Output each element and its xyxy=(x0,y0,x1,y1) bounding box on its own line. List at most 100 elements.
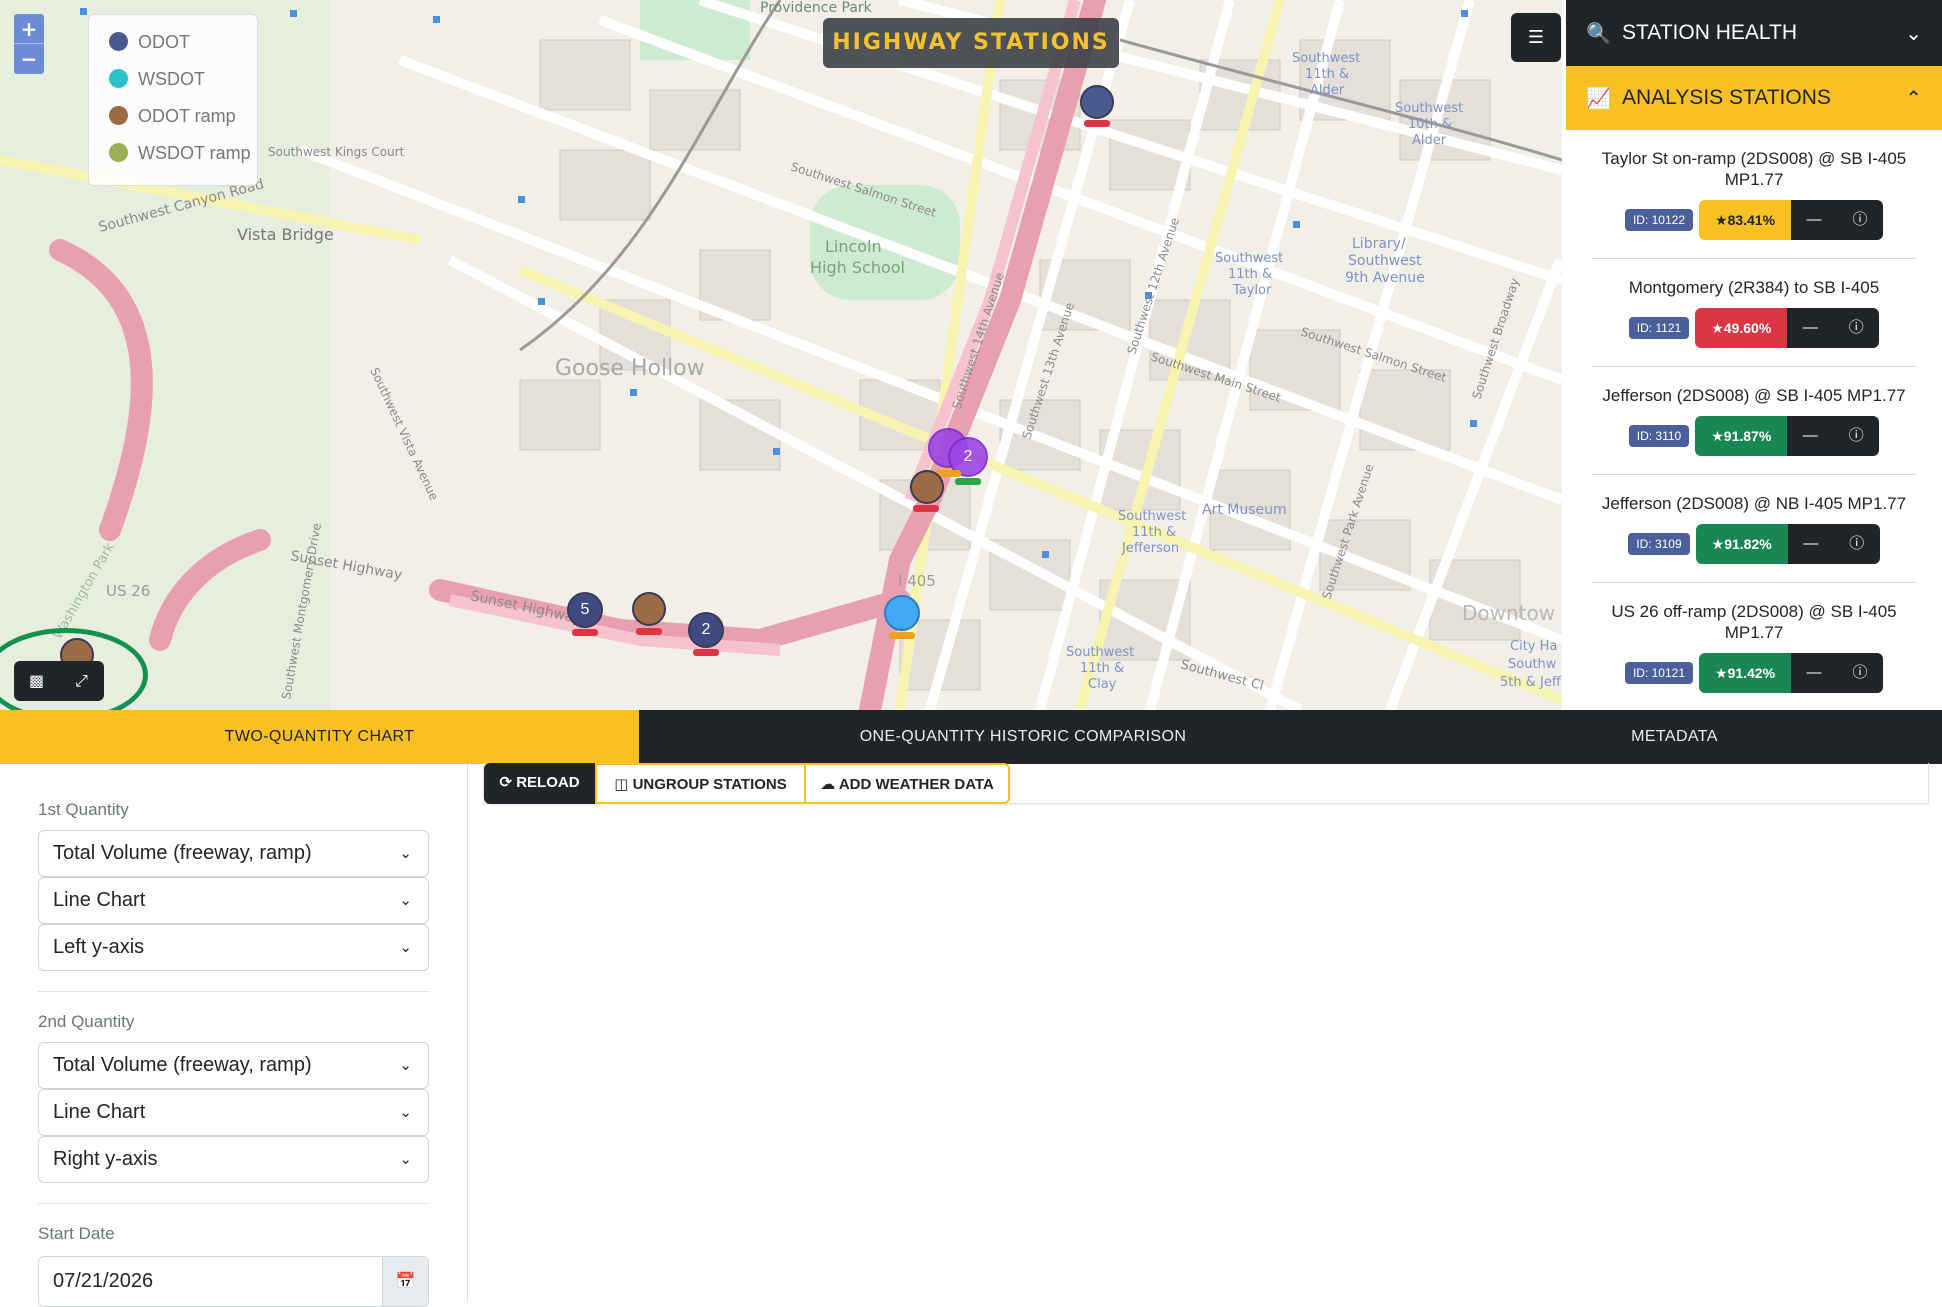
chart-bar-icon: 📈 xyxy=(1586,87,1611,110)
station-marker[interactable]: 2 xyxy=(688,612,724,648)
svg-text:Vista Bridge: Vista Bridge xyxy=(237,225,334,244)
marker-count: 2 xyxy=(701,621,711,638)
chevron-up-icon: ⌃ xyxy=(1905,87,1922,110)
svg-text:Alder: Alder xyxy=(1310,83,1345,98)
remove-station-button[interactable]: — xyxy=(1787,308,1833,348)
marker-status-bar xyxy=(955,478,981,485)
legend-item-odot-ramp: ODOT ramp xyxy=(109,105,257,142)
info-icon[interactable]: ⓘ xyxy=(1833,308,1879,348)
station-health-badge[interactable]: ★83.41% xyxy=(1699,200,1792,240)
second-chart-type-select[interactable]: Line Chart ⌄ xyxy=(38,1089,429,1136)
map-legend: ODOT WSDOT ODOT ramp WSDOT ramp xyxy=(88,14,258,186)
first-chart-type-select[interactable]: Line Chart ⌄ xyxy=(38,877,429,924)
select-value: Right y-axis xyxy=(53,1148,158,1170)
ungroup-stations-button[interactable]: ◫ UNGROUP STATIONS xyxy=(595,763,804,804)
station-health-title: STATION HEALTH xyxy=(1622,21,1798,44)
svg-text:11th &: 11th & xyxy=(1080,661,1124,676)
station-marker[interactable] xyxy=(632,592,666,626)
station-marker[interactable] xyxy=(910,470,944,504)
legend-swatch xyxy=(109,143,128,162)
select-value: Line Chart xyxy=(53,1101,146,1123)
remove-station-button[interactable]: — xyxy=(1791,653,1837,693)
remove-station-button[interactable]: — xyxy=(1787,416,1833,456)
zoom-in-button[interactable]: + xyxy=(14,14,44,44)
chart-button[interactable]: ▩ xyxy=(14,661,59,701)
second-axis-select[interactable]: Right y-axis ⌄ xyxy=(38,1136,429,1183)
legend-item-wsdot: WSDOT xyxy=(109,68,257,105)
analysis-stations-title: ANALYSIS STATIONS xyxy=(1622,86,1831,109)
station-health-header[interactable]: 🔍 STATION HEALTH ⌄ xyxy=(1566,0,1942,66)
station-id-badge: ID: 10122 xyxy=(1624,209,1693,231)
start-date-field[interactable]: 07/21/2026 📅 xyxy=(38,1256,429,1307)
station-item: Jefferson (2DS008) @ SB I-405 MP1.77 ID:… xyxy=(1592,367,1916,475)
view-tabs: TWO-QUANTITY CHART ONE-QUANTITY HISTORIC… xyxy=(0,710,1942,764)
station-name: Taylor St on-ramp (2DS008) @ SB I-405 MP… xyxy=(1601,149,1907,189)
remove-station-button[interactable]: — xyxy=(1788,524,1834,564)
cloud-rain-icon: ☁ xyxy=(820,776,836,793)
remove-station-button[interactable]: — xyxy=(1791,200,1837,240)
info-icon[interactable]: ⓘ xyxy=(1837,200,1883,240)
svg-text:I 405: I 405 xyxy=(898,572,936,590)
add-weather-label: ADD WEATHER DATA xyxy=(838,776,994,793)
select-value: Line Chart xyxy=(53,889,146,911)
svg-text:11th &: 11th & xyxy=(1305,67,1349,82)
second-quantity-select[interactable]: Total Volume (freeway, ramp) ⌄ xyxy=(38,1042,429,1089)
svg-text:Southwest: Southwest xyxy=(1066,645,1134,660)
station-marker[interactable]: 5 xyxy=(567,592,603,628)
providence-park-label: Providence Park xyxy=(760,0,873,16)
chart-settings-form: 1st Quantity Total Volume (freeway, ramp… xyxy=(0,764,468,1307)
svg-text:11th &: 11th & xyxy=(1132,525,1176,540)
legend-swatch xyxy=(109,32,128,51)
svg-text:Southwest Kings Court: Southwest Kings Court xyxy=(268,145,405,159)
tab-metadata[interactable]: METADATA xyxy=(1407,710,1942,764)
select-value: Total Volume (freeway, ramp) xyxy=(53,842,312,864)
svg-text:Southwest: Southwest xyxy=(1215,251,1283,266)
divider xyxy=(38,991,429,992)
station-health-badge[interactable]: ★91.82% xyxy=(1695,524,1788,564)
station-id-badge: ID: 3110 xyxy=(1628,425,1690,447)
marker-status-bar xyxy=(572,629,598,636)
chevron-down-icon: ⌄ xyxy=(399,1104,412,1121)
chevron-down-icon: ⌄ xyxy=(399,1057,412,1074)
analysis-stations-header[interactable]: 📈 ANALYSIS STATIONS ⌃ xyxy=(1566,66,1942,130)
layer-list-button[interactable]: ☰ xyxy=(1511,13,1561,62)
tab-historic-comparison[interactable]: ONE-QUANTITY HISTORIC COMPARISON xyxy=(639,710,1407,764)
svg-text:Southwest: Southwest xyxy=(1292,51,1360,66)
info-icon[interactable]: ⓘ xyxy=(1837,653,1883,693)
chevron-down-icon: ⌄ xyxy=(399,939,412,956)
station-health-badge[interactable]: ★49.60% xyxy=(1695,308,1788,348)
chevron-down-icon: ⌄ xyxy=(399,892,412,909)
info-icon[interactable]: ⓘ xyxy=(1834,524,1880,564)
marker-status-bar xyxy=(889,632,915,639)
station-marker[interactable] xyxy=(884,595,920,631)
station-name: Jefferson (2DS008) @ SB I-405 MP1.77 xyxy=(1602,386,1906,405)
legend-item-odot: ODOT xyxy=(109,31,257,68)
calendar-icon[interactable]: 📅 xyxy=(382,1257,428,1306)
station-marker[interactable] xyxy=(1080,85,1114,119)
svg-text:Taylor: Taylor xyxy=(1232,283,1272,298)
svg-text:Lincoln: Lincoln xyxy=(825,237,882,256)
svg-text:Jefferson: Jefferson xyxy=(1121,541,1179,556)
zoom-control: + − xyxy=(14,14,44,74)
svg-text:Southwest: Southwest xyxy=(1395,101,1463,116)
legend-label: ODOT ramp xyxy=(138,106,236,126)
expand-button[interactable]: ⤢ xyxy=(59,661,104,701)
reload-button[interactable]: ⟳ RELOAD xyxy=(484,763,595,804)
add-weather-button[interactable]: ☁ ADD WEATHER DATA xyxy=(804,763,1010,804)
tab-two-quantity-chart[interactable]: TWO-QUANTITY CHART xyxy=(0,710,639,764)
station-id-badge: ID: 1121 xyxy=(1628,317,1690,339)
station-item: Jefferson (2DS008) @ NB I-405 MP1.77 ID:… xyxy=(1592,475,1916,583)
map[interactable]: Providence Park Southwest Kings Court So… xyxy=(0,0,1562,710)
legend-item-wsdot-ramp: WSDOT ramp xyxy=(109,142,257,179)
first-axis-select[interactable]: Left y-axis ⌄ xyxy=(38,924,429,971)
svg-text:High School: High School xyxy=(810,258,905,277)
info-icon[interactable]: ⓘ xyxy=(1833,416,1879,456)
svg-text:City Ha: City Ha xyxy=(1510,639,1557,654)
marker-status-bar xyxy=(913,505,939,512)
svg-text:US 26: US 26 xyxy=(106,582,150,600)
svg-text:Art Museum: Art Museum xyxy=(1202,502,1287,518)
first-quantity-select[interactable]: Total Volume (freeway, ramp) ⌄ xyxy=(38,830,429,877)
zoom-out-button[interactable]: − xyxy=(14,44,44,74)
station-health-badge[interactable]: ★91.87% xyxy=(1695,416,1788,456)
station-health-badge[interactable]: ★91.42% xyxy=(1699,653,1792,693)
